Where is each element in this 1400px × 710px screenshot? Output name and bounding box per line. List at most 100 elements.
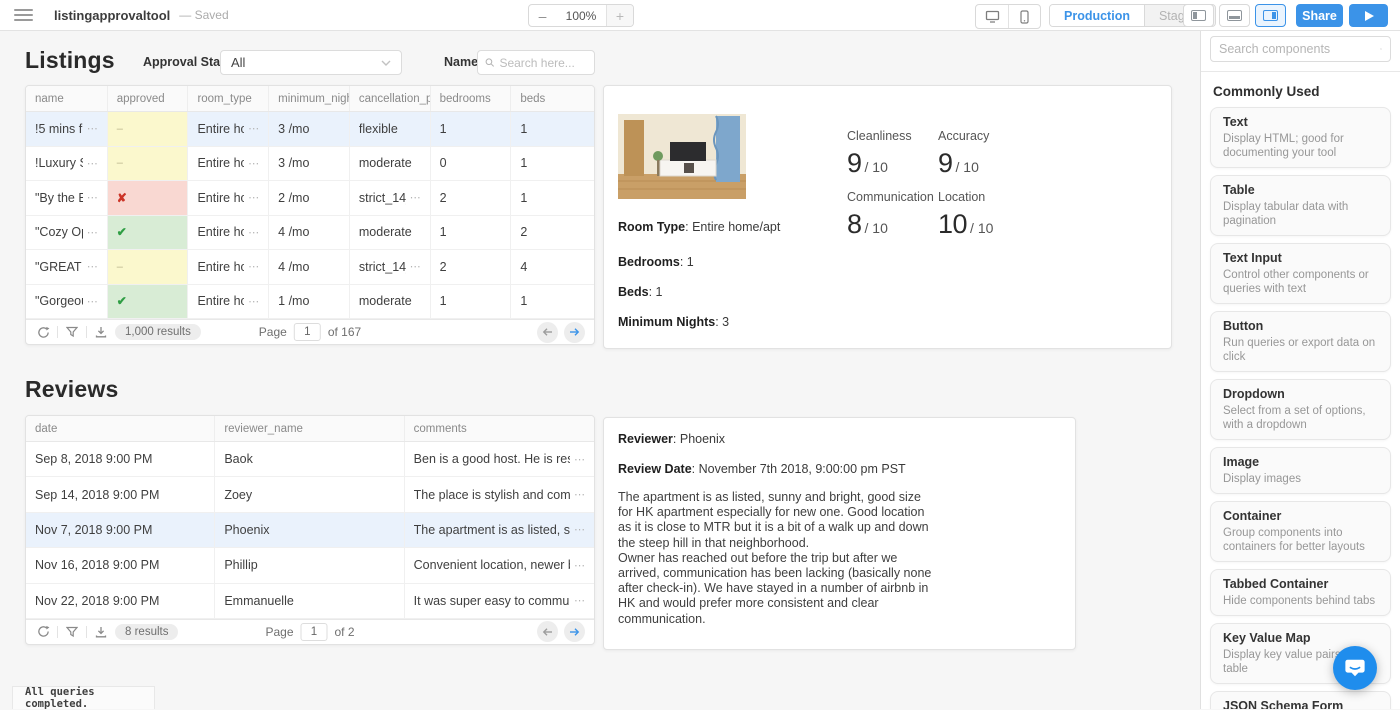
page-number-input[interactable] [301,623,328,641]
table-row[interactable]: "By the Bay⋯ ✘ Entire home⋯ 2 /mo strict… [26,181,594,216]
room-type-field: Room Type: Entire home/apt [618,220,780,234]
page-label: Page [259,325,287,339]
cell-overflow-icon: ⋯ [83,226,98,239]
cell-overflow-icon: ⋯ [244,122,259,135]
component-search-box [1210,36,1391,62]
reviews-title: Reviews [25,376,118,403]
cell-overflow-icon: ⋯ [83,295,98,308]
cell-overflow-icon: ⋯ [83,191,98,204]
cell-overflow-icon: ⋯ [570,453,585,466]
top-bar: listingapprovaltool — Saved – 100% + Pro… [0,0,1400,31]
table-row[interactable]: !Luxury Stu⋯ – Entire home⋯ 3 /mo modera… [26,147,594,182]
pagination: Page of 2 [265,623,354,641]
component-card-container[interactable]: ContainerGroup components into container… [1210,501,1391,562]
next-page-button[interactable] [564,621,585,642]
refresh-icon[interactable] [35,326,51,339]
cell-overflow-icon: ⋯ [244,157,259,170]
download-icon[interactable] [93,626,109,638]
cell-overflow-icon: ⋯ [570,594,585,607]
rating-accuracy: Accuracy 9/ 10 [938,129,1026,179]
download-icon[interactable] [93,326,109,338]
cell-overflow-icon: ⋯ [83,122,98,135]
zoom-in-button[interactable]: + [606,5,633,26]
page-number-input[interactable] [294,323,321,341]
column-header-bedrooms[interactable]: bedrooms [431,86,512,111]
column-header-beds[interactable]: beds [511,86,594,111]
column-header-cancellation-policy[interactable]: cancellation_poli... [350,86,431,111]
table-row[interactable]: Nov 16, 2018 9:00 PM Phillip Convenient … [26,548,594,583]
component-card-table[interactable]: TableDisplay tabular data with paginatio… [1210,175,1391,236]
rating-communication: Communication 8/ 10 [847,190,935,240]
query-status-bar: All queries completed. [12,686,155,709]
review-text: The apartment is as listed, sunny and br… [618,490,936,627]
hamburger-menu-icon[interactable] [14,9,33,21]
column-header-room-type[interactable]: room_type [188,86,269,111]
listing-photo [618,114,746,199]
column-header-date[interactable]: date [26,416,215,441]
cell-overflow-icon: ⋯ [244,260,259,273]
right-panel-icon [1263,10,1278,21]
results-count-badge: 8 results [115,624,178,640]
beds-field: Beds: 1 [618,285,662,299]
divider [1201,71,1400,72]
desktop-view-button[interactable] [976,5,1008,28]
column-header-name[interactable]: name [26,86,108,111]
table-row[interactable]: "Gorgeous a⋯ ✔ Entire home⋯ 1 /mo modera… [26,285,594,320]
component-card-image[interactable]: ImageDisplay images [1210,447,1391,494]
table-row[interactable]: "GREAT LOC⋯ – Entire home⋯ 4 /mo strict_… [26,250,594,285]
approval-status-dropdown[interactable]: All [220,50,402,75]
previous-page-button[interactable] [537,621,558,642]
approved-cell: – [108,147,189,181]
component-card-json-schema-form[interactable]: JSON Schema FormHeavy duty form with val… [1210,691,1391,709]
table-row[interactable]: Nov 22, 2018 9:00 PM Emmanuelle It was s… [26,584,594,619]
search-icon [1380,43,1382,55]
column-header-minimum-nights[interactable]: minimum_nights [269,86,350,111]
filter-icon[interactable] [64,326,80,338]
share-button[interactable]: Share [1296,4,1343,27]
cell-overflow-icon: ⋯ [83,157,98,170]
approved-cell: ✘ [108,181,189,215]
component-card-text[interactable]: TextDisplay HTML; good for documenting y… [1210,107,1391,168]
next-page-button[interactable] [564,322,585,343]
toggle-right-panel-button[interactable] [1255,4,1286,27]
name-search-box [477,50,595,75]
env-production-button[interactable]: Production [1050,5,1144,26]
cell-overflow-icon: ⋯ [244,191,259,204]
column-header-comments[interactable]: comments [405,416,594,441]
rating-cleanliness: Cleanliness 9/ 10 [847,129,935,179]
table-row[interactable]: Sep 8, 2018 9:00 PM Baok Ben is a good h… [26,442,594,477]
zoom-out-button[interactable]: – [529,5,556,26]
name-search-input[interactable] [499,56,587,70]
minimum-nights-field: Minimum Nights: 3 [618,315,729,329]
toggle-left-panel-button[interactable] [1183,4,1214,27]
table-row[interactable]: "Cozy Open⋯ ✔ Entire home⋯ 4 /mo moderat… [26,216,594,251]
refresh-icon[interactable] [35,625,51,638]
column-header-approved[interactable]: approved [108,86,189,111]
table-row[interactable]: !5 mins fron⋯ – Entire home⋯ 3 /mo flexi… [26,112,594,147]
page-label: Page [265,625,293,639]
cell-overflow-icon: ⋯ [244,295,259,308]
listing-detail-panel: Room Type: Entire home/apt Bedrooms: 1 B… [603,85,1172,349]
component-card-tabbed-container[interactable]: Tabbed ContainerHide components behind t… [1210,569,1391,616]
mobile-view-button[interactable] [1008,5,1040,28]
listings-title: Listings [25,47,115,74]
run-button[interactable] [1349,4,1388,27]
previous-page-button[interactable] [537,322,558,343]
table-row[interactable]: Nov 7, 2018 9:00 PM Phoenix The apartmen… [26,513,594,548]
reviews-table-header: date reviewer_name comments [26,416,594,442]
table-row[interactable]: Sep 14, 2018 9:00 PM Zoey The place is s… [26,477,594,512]
cell-overflow-icon: ⋯ [83,260,98,273]
commonly-used-heading: Commonly Used [1213,84,1400,99]
column-header-reviewer-name[interactable]: reviewer_name [215,416,404,441]
component-search-input[interactable] [1219,42,1380,56]
chat-launcher-button[interactable] [1333,646,1377,690]
listings-table-footer: 1,000 results Page of 167 [26,319,594,344]
filter-icon[interactable] [64,626,80,638]
toggle-bottom-panel-button[interactable] [1219,4,1250,27]
page-total: of 2 [335,625,355,639]
component-card-button[interactable]: ButtonRun queries or export data on clic… [1210,311,1391,372]
app-canvas: Listings Approval Status All Name name a… [0,31,1199,709]
play-icon [1365,11,1374,21]
component-card-text-input[interactable]: Text InputControl other components or qu… [1210,243,1391,304]
component-card-dropdown[interactable]: DropdownSelect from a set of options, wi… [1210,379,1391,440]
